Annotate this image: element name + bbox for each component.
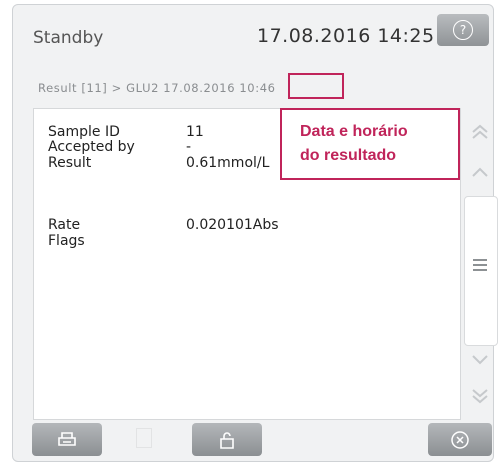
help-button[interactable]: ?: [437, 14, 489, 46]
status-label: Standby: [33, 28, 104, 48]
callout-line-1: Data e horário: [300, 123, 408, 140]
accepted-by-value: -: [186, 139, 192, 155]
result-value: 0.61mmol/L: [186, 155, 270, 171]
breadcrumb-time: 10:46: [239, 81, 276, 95]
time-highlight-box: [288, 73, 344, 99]
sample-id-value: 11: [186, 124, 204, 140]
rate-value: 0.020101Abs: [186, 217, 279, 233]
callout-line-2: do resultado: [300, 147, 397, 164]
close-button[interactable]: [428, 423, 492, 456]
scroll-track[interactable]: [464, 196, 498, 346]
menu-icon[interactable]: [469, 257, 491, 273]
unlock-button[interactable]: [192, 423, 262, 456]
rate-label: Rate: [48, 217, 81, 233]
chevron-down-icon[interactable]: [462, 342, 498, 376]
result-label: Result: [48, 155, 92, 171]
question-circle-icon: ?: [453, 20, 473, 40]
annotation-callout: Data e horário do resultado: [280, 108, 460, 180]
document-icon: [136, 428, 152, 448]
print-icon: [56, 430, 78, 450]
datetime-label: 17.08.2016 14:25: [257, 25, 435, 47]
close-circle-icon: [450, 430, 470, 450]
breadcrumb-path: Result [11] > GLU2 17.08.2016: [38, 81, 240, 95]
header: Standby 17.08.2016 14:25: [13, 5, 493, 67]
double-chevron-down-icon[interactable]: [462, 378, 498, 412]
chevron-up-icon[interactable]: [462, 156, 498, 190]
double-chevron-up-icon[interactable]: [462, 116, 498, 150]
breadcrumb: Result [11] > GLU2 17.08.2016 10:46: [38, 81, 276, 95]
print-button[interactable]: [32, 423, 102, 456]
sample-id-label: Sample ID: [48, 124, 120, 140]
scrollbar[interactable]: [462, 110, 500, 416]
accepted-by-label: Accepted by: [48, 139, 135, 155]
flags-label: Flags: [48, 233, 85, 249]
unlock-icon: [216, 430, 238, 450]
